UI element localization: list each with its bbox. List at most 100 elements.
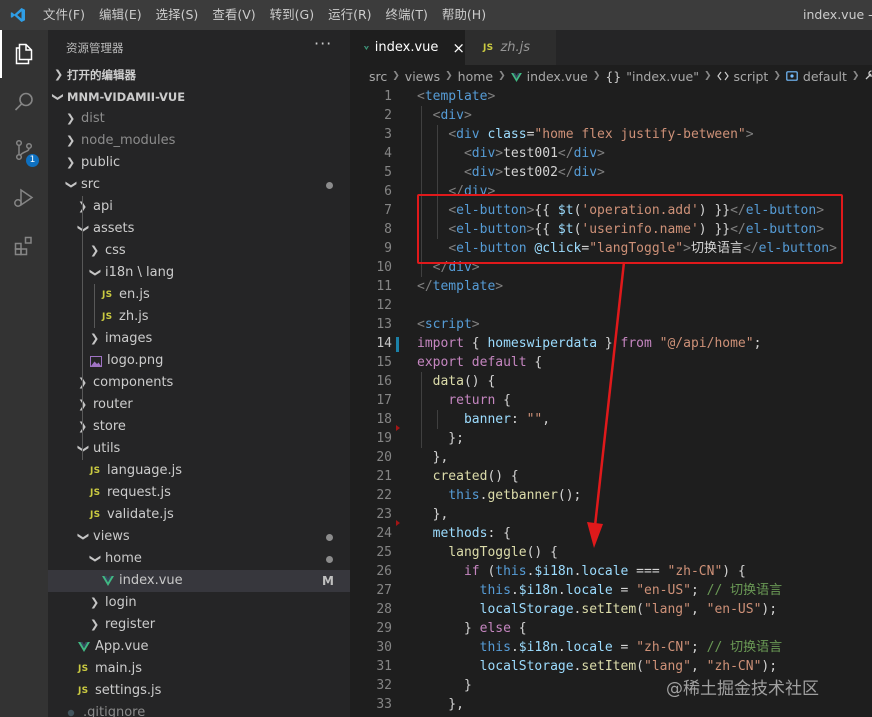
code-token: , — [542, 412, 551, 427]
tree-file[interactable]: JS settings.js — [48, 680, 350, 702]
tree-file[interactable]: JS main.js — [48, 658, 350, 680]
code-line[interactable]: import { homeswiperdata } from "@/api/ho… — [417, 334, 761, 353]
menu-item[interactable]: 终端(T) — [379, 0, 435, 30]
run-debug-icon[interactable] — [0, 174, 48, 222]
tree-file[interactable]: JS language.js — [48, 460, 350, 482]
code-line[interactable]: this.$i18n.locale = "en-US"; // 切换语言 — [417, 581, 783, 600]
code-token: { — [526, 355, 543, 370]
tree-folder[interactable]: ❯ api — [48, 196, 350, 218]
line-number: 18 — [376, 412, 392, 427]
breadcrumb-item[interactable]: home — [458, 69, 493, 84]
menu-item[interactable]: 编辑(E) — [92, 0, 149, 30]
extensions-icon[interactable] — [0, 222, 48, 270]
tree-folder[interactable]: ❯ home — [48, 548, 350, 570]
code-line[interactable]: }, — [417, 695, 464, 714]
code-line[interactable]: <script> — [417, 315, 480, 334]
tree-folder[interactable]: ❯ public — [48, 152, 350, 174]
chevron-right-icon: ❯ — [90, 332, 100, 345]
tree-folder[interactable]: ❯ register — [48, 614, 350, 636]
tab-index-vue[interactable]: index.vue × — [350, 30, 465, 65]
code-line[interactable]: this.getbanner(); — [417, 486, 581, 505]
code-line[interactable]: }, — [417, 505, 449, 524]
tree-file[interactable]: App.vue — [48, 636, 350, 658]
breadcrumb-item[interactable]: views — [405, 69, 440, 84]
code-line[interactable]: return { — [417, 391, 511, 410]
tab-bar: index.vue × JS zh.js — [350, 30, 872, 65]
tree-item-label: index.vue — [119, 573, 183, 588]
code-token: // 切换语言 — [706, 640, 783, 655]
breadcrumb-item[interactable]: "index.vue" — [626, 69, 699, 84]
code-line[interactable]: export default { — [417, 353, 542, 372]
menu-item[interactable]: 文件(F) — [36, 0, 92, 30]
menu-item[interactable]: 选择(S) — [149, 0, 206, 30]
code-token: </ — [557, 146, 574, 161]
tree-file[interactable]: .gitignore — [48, 702, 350, 717]
tree-folder[interactable]: ❯ login — [48, 592, 350, 614]
tree-folder[interactable]: ❯ dist — [48, 108, 350, 130]
project-section[interactable]: ❯ MNM-VIDAMII-VUE — [48, 86, 350, 108]
code-line[interactable]: if (this.$i18n.locale === "zh-CN") { — [417, 562, 746, 581]
code-line[interactable]: <div> — [417, 106, 472, 125]
breadcrumb-item[interactable]: script — [734, 69, 769, 84]
menu-item[interactable]: 查看(V) — [205, 0, 262, 30]
breadcrumb-item[interactable]: src — [369, 69, 387, 84]
code-line[interactable]: } else { — [417, 619, 527, 638]
tree-file[interactable]: JS validate.js — [48, 504, 350, 526]
code-line[interactable]: <div>test002</div> — [417, 163, 605, 182]
tree-folder[interactable]: ❯ css — [48, 240, 350, 262]
code-token: div — [471, 165, 496, 180]
menu-item[interactable]: 帮助(H) — [435, 0, 493, 30]
code-line[interactable]: methods: { — [417, 524, 511, 543]
code-line[interactable]: <div class="home flex justify-between"> — [417, 125, 753, 144]
close-icon[interactable]: × — [452, 39, 465, 57]
code-line[interactable]: this.$i18n.locale = "zh-CN"; // 切换语言 — [417, 638, 783, 657]
code-token: data — [432, 374, 464, 389]
code-editor[interactable]: 1 <template> 2 <div> 3 <div class="home fle… — [350, 87, 872, 717]
tree-file[interactable]: logo.png — [48, 350, 350, 372]
tree-folder[interactable]: ❯ assets — [48, 218, 350, 240]
code-token: { — [495, 393, 511, 408]
module-icon: {} — [605, 68, 622, 84]
menu-item[interactable]: 运行(R) — [321, 0, 378, 30]
explorer-icon[interactable] — [0, 30, 48, 78]
tab-zh-js[interactable]: JS zh.js — [465, 30, 556, 65]
more-actions-button[interactable]: ··· — [314, 34, 332, 53]
tree-folder[interactable]: ❯ images — [48, 328, 350, 350]
code-token: div — [573, 165, 598, 180]
code-token: // 切换语言 — [706, 583, 783, 598]
code-line[interactable]: <div>test001</div> — [417, 144, 605, 163]
code-line[interactable]: langToggle() { — [417, 543, 558, 562]
code-line[interactable]: }; — [417, 429, 464, 448]
code-line[interactable]: } — [417, 676, 472, 695]
tree-folder[interactable]: ❯ utils — [48, 438, 350, 460]
tree-folder[interactable]: ❯ components — [48, 372, 350, 394]
tree-folder[interactable]: ❯ router — [48, 394, 350, 416]
tree-file[interactable]: index.vue M — [48, 570, 350, 592]
code-token: if — [463, 564, 480, 579]
breadcrumb-item[interactable]: default — [803, 69, 847, 84]
code-line[interactable]: created() { — [417, 467, 519, 486]
tree-file[interactable]: JS request.js — [48, 482, 350, 504]
breadcrumb: src ❯ views ❯ home ❯ index.vue ❯ {} "index.vue" ❯ s… — [350, 65, 872, 87]
tree-folder[interactable]: ❯ store — [48, 416, 350, 438]
tree-folder[interactable]: ❯ views — [48, 526, 350, 548]
code-line[interactable]: localStorage.setItem("lang", "en-US"); — [417, 600, 777, 619]
tree-folder[interactable]: ❯ src — [48, 174, 350, 196]
open-editors-section[interactable]: ❯ 打开的编辑器 — [48, 64, 350, 86]
code-line[interactable]: }, — [417, 448, 449, 467]
code-line[interactable]: <template> — [417, 87, 495, 106]
breadcrumb-item[interactable]: index.vue — [527, 69, 588, 84]
tree-folder[interactable]: ❯ node_modules — [48, 130, 350, 152]
code-line[interactable]: </template> — [417, 277, 503, 296]
image-file-icon — [90, 350, 102, 372]
js-file-icon: JS — [90, 488, 101, 498]
vue-file-icon — [102, 570, 114, 592]
search-icon[interactable] — [0, 78, 48, 126]
source-control-icon[interactable]: 1 — [0, 126, 48, 174]
code-line[interactable]: data() { — [417, 372, 496, 391]
menu-item[interactable]: 转到(G) — [263, 0, 321, 30]
tree-item-label: utils — [93, 441, 121, 456]
tree-folder[interactable]: ❯ i18n \ lang — [48, 262, 350, 284]
